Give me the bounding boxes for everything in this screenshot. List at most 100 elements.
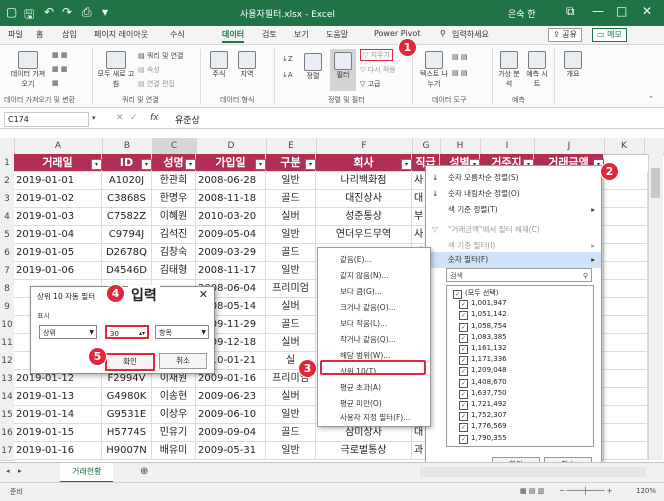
column-header[interactable]: H [440,138,481,154]
grid-cell[interactable]: 배유미 [152,442,196,460]
autosave-icon[interactable]: ▢ [6,5,17,19]
menu-sort-ascending[interactable]: ↓ 숫자 오름차순 정렬(S) [426,170,601,186]
grid-cell[interactable]: 실버 [266,208,316,226]
checkbox-icon[interactable]: ✓ [459,412,468,422]
grid-cell[interactable]: 성준통상 [316,208,412,226]
grid-cell[interactable]: 2009-03-29 [196,244,266,262]
horizontal-scrollbar[interactable] [420,467,646,477]
tab-data[interactable]: 데이터 [222,29,245,43]
grid-cell[interactable]: 2009-09-04 [196,424,266,442]
redo-icon[interactable]: ↷ [62,5,72,19]
sort-za-icon[interactable]: ↓A [282,71,293,79]
row-header[interactable]: 12 [0,352,14,371]
grid-cell[interactable]: 2019-01-03 [14,208,102,226]
menu-sort-descending[interactable]: ↓ 숫자 내림차순 정렬(O) [426,186,601,202]
grid-cell[interactable]: C9794J [102,226,152,244]
grid-cell[interactable] [604,226,648,244]
forecast-sheet-button[interactable]: 예측 시트 [524,51,550,89]
grid-cell[interactable]: H9007N [102,442,152,460]
row-header[interactable]: 9 [0,298,14,317]
zoom-level[interactable]: 120% [636,487,656,495]
grid-cell[interactable]: C7582Z [102,208,152,226]
tab-file[interactable]: 파일 [8,29,23,40]
checkbox-icon[interactable]: ✓ [459,434,468,444]
grid-cell[interactable]: 연더우드무역 [316,226,412,244]
text-csv-icon[interactable]: ▦ ▦ [52,51,67,59]
dialog-cancel-button[interactable]: 취소 [159,353,207,369]
filter-checkbox-item[interactable]: ✓ 1,171,336 [459,355,507,366]
filter-dropdown-icon[interactable]: ▾ [185,159,196,170]
stocks-button[interactable]: 주식 [206,51,232,79]
submenu-item[interactable]: 평균 초과(A) [318,380,430,396]
sort-az-icon[interactable]: ↓Z [282,55,293,63]
item-count-stepper[interactable]: 30 ▴▾ [105,325,149,339]
row-header[interactable]: 5 [0,226,14,245]
row-header[interactable]: 1 [0,154,14,173]
menu-number-filters[interactable]: 숫자 필터(F) ▸ [426,252,601,268]
row-header[interactable]: 16 [0,424,14,443]
checkbox-icon[interactable]: ✓ [459,345,468,354]
grid-cell[interactable]: 일반 [266,442,316,460]
grid-cell[interactable] [604,316,648,334]
row-header[interactable]: 4 [0,208,14,227]
tab-home[interactable]: 홈 [36,29,43,40]
column-header[interactable]: J [534,138,605,154]
grid-cell[interactable]: D4546D [102,262,152,280]
prev-sheet-icon[interactable]: ◂ [6,467,10,475]
maximize-button[interactable]: □ [616,4,627,18]
checkbox-icon[interactable]: ✓ [459,322,468,332]
filter-dropdown-icon[interactable]: ▾ [141,159,152,170]
search-icon[interactable]: ⚲ [440,29,446,38]
row-header[interactable]: 3 [0,190,14,209]
print-preview-icon[interactable]: ⎙ [82,5,92,20]
grid-cell[interactable]: 2008-06-28 [196,172,266,190]
sort-button[interactable]: 정렬 [300,53,326,81]
text-to-columns-button[interactable]: 텍스트 나누기 [418,51,450,89]
geography-button[interactable]: 지역 [234,51,260,79]
tab-review[interactable]: 검토 [262,29,277,40]
column-header[interactable]: F [316,138,413,154]
row-header[interactable]: 14 [0,388,14,407]
filter-dropdown-icon[interactable]: ▾ [401,159,412,170]
flash-fill-icon[interactable]: ▤ ▤ [452,53,467,61]
filter-checkbox-item[interactable]: ✓ 1,790,355 [459,434,507,444]
checkbox-icon[interactable]: ✓ [459,401,468,410]
grid-cell[interactable] [604,190,648,208]
reapply-button[interactable]: ▽ 다시 적용 [360,65,396,75]
tell-me-input[interactable]: 입력하세요 [452,29,489,40]
cancel-icon[interactable]: ✕ [116,113,124,123]
grid-cell[interactable]: 일반 [266,406,316,424]
grid-cell[interactable]: 2019-01-01 [14,172,102,190]
grid-cell[interactable]: 실버 [266,298,316,316]
properties-button[interactable]: ▤ 속성 [138,65,160,75]
grid-cell[interactable]: 골드 [266,244,316,262]
ribbon-display-icon[interactable]: ⧉ [566,4,575,19]
grid-cell[interactable] [604,262,648,280]
filter-dropdown-icon[interactable]: ▾ [255,159,266,170]
filter-checkbox-item[interactable]: ✓ 1,209,048 [459,366,507,377]
menu-clear-filter[interactable]: ▽ "거래금액"에서 필터 해제(C) [426,222,601,238]
tab-insert[interactable]: 삽입 [62,29,77,40]
grid-cell[interactable]: 프리미엄 [266,280,316,298]
dialog-ok-button[interactable]: 확인 [105,353,155,371]
grid-cell[interactable]: 2010-03-20 [196,208,266,226]
grid-cell[interactable]: 골드 [266,316,316,334]
grid-cell[interactable] [604,244,648,262]
grid-cell[interactable]: 2009-05-31 [196,442,266,460]
tab-power-pivot[interactable]: Power Pivot [374,29,420,38]
grid-cell[interactable] [604,352,648,370]
top-bottom-select[interactable]: 상위 ▼ [39,325,97,339]
grid-cell[interactable] [604,280,648,298]
grid-cell[interactable]: C3868S [102,190,152,208]
column-header[interactable]: C [152,138,197,154]
add-sheet-icon[interactable]: ⊕ [140,466,148,477]
grid-cell[interactable]: D2678Q [102,244,152,262]
grid-cell[interactable] [604,406,648,424]
minimize-button[interactable]: — [592,4,604,18]
submenu-item[interactable]: 사용자 지정 필터(F)... [318,410,430,426]
grid-cell[interactable]: 극로벌통상 [316,442,412,460]
grid-cell[interactable]: 이송현 [152,388,196,406]
grid-cell[interactable]: 민유기 [152,424,196,442]
row-header[interactable]: 10 [0,316,14,335]
grid-cell[interactable] [604,298,648,316]
